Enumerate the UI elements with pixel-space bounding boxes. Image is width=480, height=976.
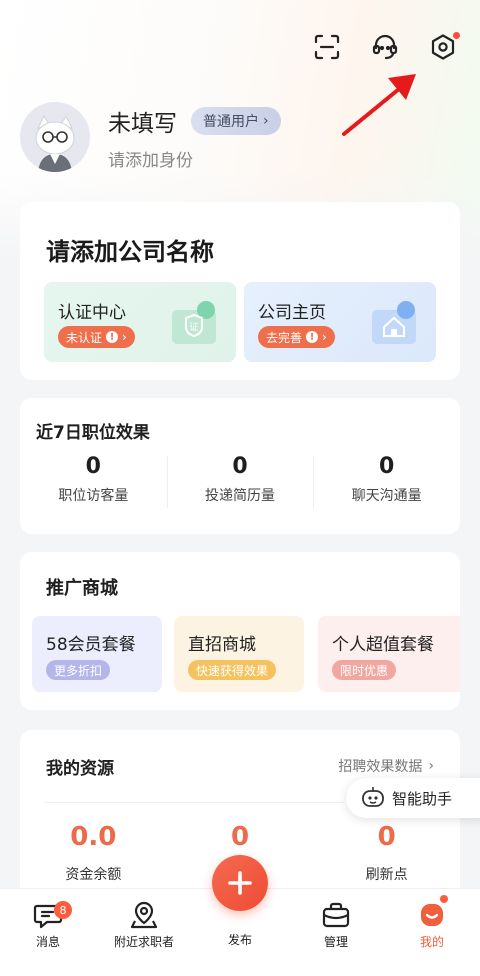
stat-label: 投递简历量 (205, 488, 275, 504)
chevron-right-icon: › (322, 330, 327, 344)
svg-text:证: 证 (189, 322, 198, 333)
alert-icon: ! (306, 331, 319, 343)
promo-personal-package[interactable]: 个人超值套餐 限时优惠 (318, 616, 460, 692)
chevron-right-icon: › (263, 112, 269, 129)
alert-icon: ! (106, 331, 119, 343)
chevron-right-icon: › (122, 330, 127, 344)
complete-label: 去完善 (266, 330, 303, 345)
resource-value: 0 (377, 822, 396, 852)
certification-center-title: 认证中心 (58, 303, 126, 323)
stat-resumes[interactable]: 0 投递简历量 (166, 454, 314, 508)
plus-icon (228, 871, 252, 895)
profile-section: 未填写 普通用户 › 请添加身份 (20, 102, 281, 172)
user-type-badge[interactable]: 普通用户 › (191, 106, 281, 135)
tab-label: 消息 (35, 935, 60, 949)
stat-label: 聊天沟通量 (351, 488, 422, 504)
uncertified-label: 未认证 (66, 330, 103, 345)
home-illustration-icon (372, 301, 416, 344)
tab-mine[interactable]: 我的 (384, 889, 480, 976)
bottom-tab-bar: 8 消息 附近求职者 发布 管理 我的 (0, 855, 480, 976)
promo-member-package[interactable]: 58会员套餐 更多折扣 (32, 616, 162, 692)
user-type-label: 普通用户 (203, 113, 259, 130)
resource-refresh-points[interactable]: 0 刷新点 (313, 822, 460, 884)
recruitment-data-link[interactable]: 招聘效果数据 › (338, 756, 434, 776)
user-name: 未填写 (108, 110, 177, 137)
tab-label: 管理 (323, 935, 348, 949)
message-count-badge: 8 (54, 901, 72, 919)
stat-visitors[interactable]: 0 职位访客量 (20, 454, 167, 505)
recruitment-data-label: 招聘效果数据 (338, 759, 423, 775)
assistant-label: 智能助手 (392, 789, 453, 808)
publish-plus-button[interactable] (212, 855, 268, 911)
assistant-robot-icon (362, 787, 384, 807)
promotion-mall-card: 推广商城 58会员套餐 更多折扣 直招商城 快速获得效果 个人超值套餐 限时优惠 (20, 552, 460, 710)
tab-label: 发布 (227, 933, 252, 947)
company-homepage-card[interactable]: 公司主页 去完善 ! › (244, 282, 436, 362)
uncertified-pill: 未认证 ! › (58, 326, 135, 348)
briefcase-icon (322, 902, 350, 928)
stat-value: 0 (85, 454, 101, 479)
promotion-mall-title: 推广商城 (46, 578, 118, 599)
avatar[interactable] (20, 102, 90, 172)
promo-title: 直招商城 (188, 635, 256, 655)
mine-notification-dot (440, 895, 448, 903)
company-name-prompt[interactable]: 请添加公司名称 (46, 232, 214, 267)
tab-publish[interactable]: 发布 (192, 855, 288, 976)
promo-pill: 限时优惠 (332, 660, 397, 680)
resource-value: 0 (230, 822, 250, 852)
tab-label: 附近求职者 (113, 935, 174, 949)
tab-manage[interactable]: 管理 (288, 889, 384, 976)
location-pin-icon (130, 901, 158, 929)
resource-balance[interactable]: 0.0 资金余额 (20, 822, 167, 884)
tab-nearby-seekers[interactable]: 附近求职者 (96, 889, 192, 976)
red-arrow-annotation (342, 74, 416, 136)
certification-center-card[interactable]: 认证中心 未认证 ! › 证 (44, 282, 236, 362)
tab-messages[interactable]: 8 消息 (0, 889, 96, 976)
divider (44, 802, 344, 803)
complete-pill: 去完善 ! › (258, 326, 335, 348)
resource-value: 0.0 (70, 822, 117, 852)
promo-title: 个人超值套餐 (332, 635, 434, 655)
my-resources-title: 我的资源 (46, 759, 114, 779)
customer-service-icon[interactable] (370, 32, 400, 62)
promo-pill: 更多折扣 (46, 660, 111, 680)
certificate-illustration-icon: 证 (172, 301, 216, 344)
chevron-right-icon: › (428, 758, 434, 774)
stat-value: 0 (232, 454, 248, 479)
promo-direct-mall[interactable]: 直招商城 快速获得效果 (174, 616, 304, 692)
tab-label: 我的 (419, 935, 444, 949)
top-toolbar (312, 32, 460, 62)
stat-value: 0 (379, 454, 395, 479)
stat-label: 职位访客量 (58, 488, 129, 504)
resource-label: 刷新点 (365, 867, 408, 883)
job-effect-card: 近7日职位效果 0 职位访客量 0 投递简历量 0 聊天沟通量 (20, 398, 460, 534)
resource-label: 资金余额 (65, 867, 122, 883)
mine-face-icon (421, 904, 443, 926)
smart-assistant-button[interactable]: 智能助手 (346, 778, 480, 818)
settings-notification-dot (453, 32, 460, 39)
company-homepage-title: 公司主页 (258, 303, 326, 323)
job-effect-title: 近7日职位效果 (36, 423, 150, 443)
scan-icon[interactable] (312, 32, 342, 62)
promo-pill: 快速获得效果 (188, 660, 277, 680)
stat-chats[interactable]: 0 聊天沟通量 (313, 454, 460, 508)
add-identity-link[interactable]: 请添加身份 (108, 146, 281, 171)
company-card: 请添加公司名称 认证中心 未认证 ! › 证 公司主页 去完善 ! › (20, 202, 460, 380)
promo-title: 58会员套餐 (46, 635, 136, 655)
settings-icon[interactable] (428, 32, 460, 62)
